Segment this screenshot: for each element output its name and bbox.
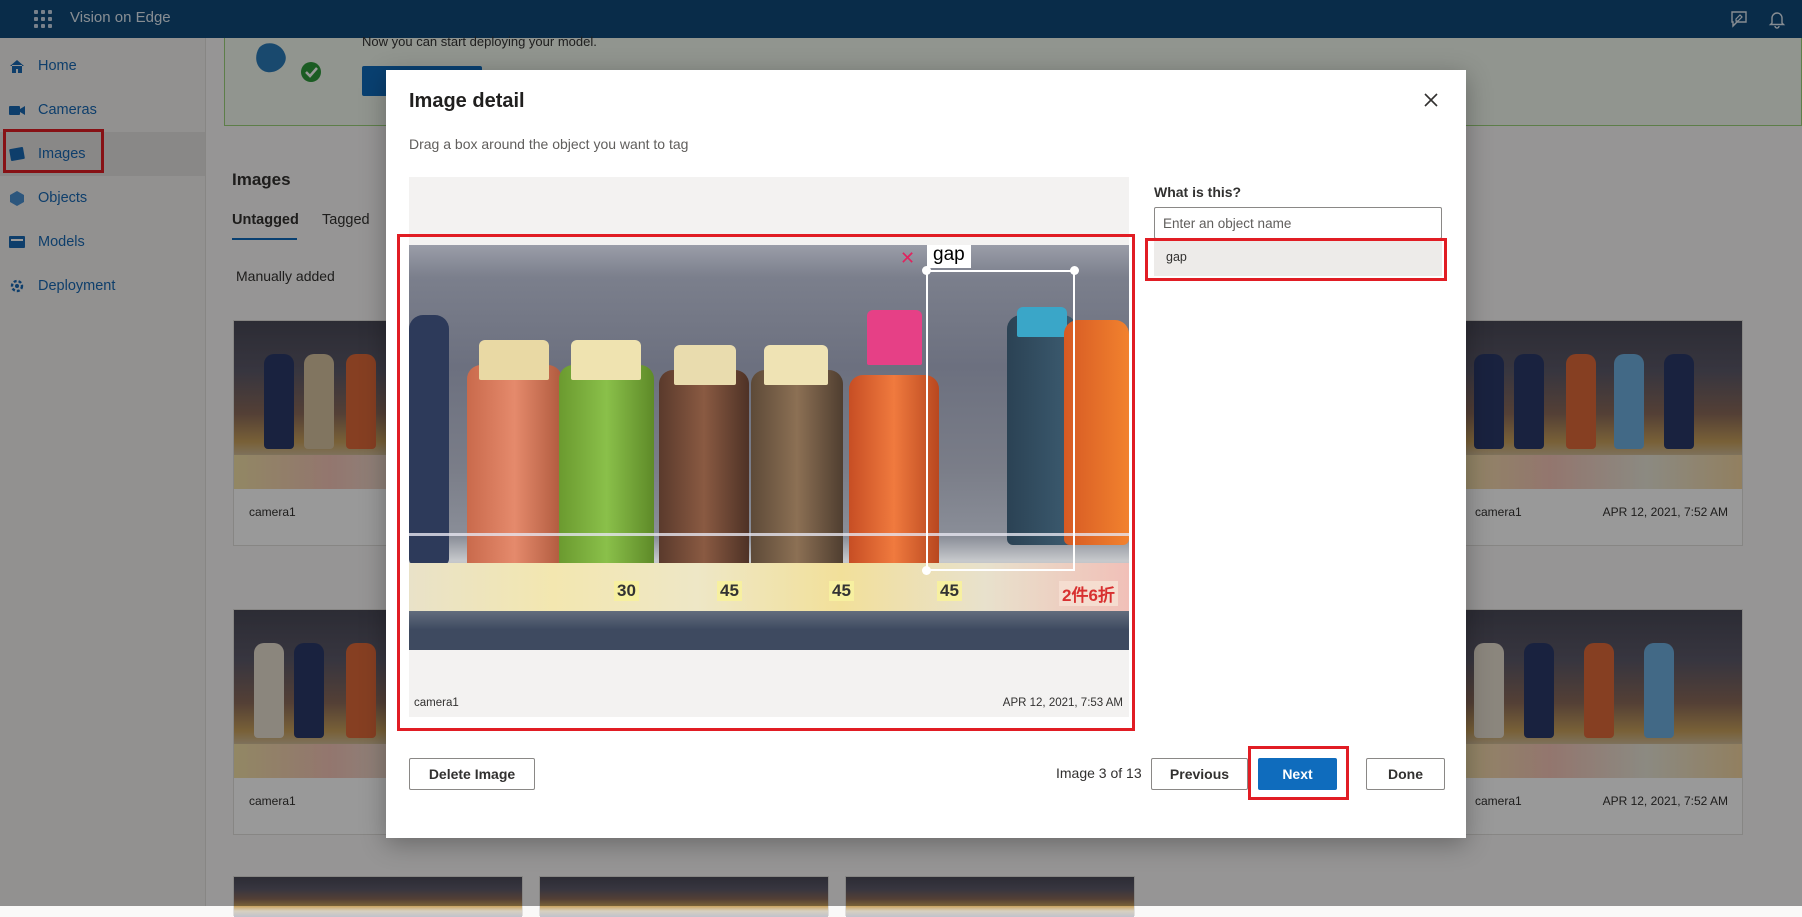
remove-box-icon[interactable]: ✕ (900, 248, 915, 269)
object-question: What is this? (1154, 184, 1242, 200)
price-tag: 30 (614, 581, 639, 601)
close-icon[interactable] (1421, 90, 1441, 110)
image-pager: Image 3 of 13 (1056, 765, 1142, 781)
image-camera: camera1 (414, 697, 459, 709)
price-tag: 45 (829, 581, 854, 601)
done-button[interactable]: Done (1366, 758, 1445, 790)
dialog-title: Image detail (409, 90, 525, 112)
bbox-handle[interactable] (1070, 266, 1079, 275)
previous-button[interactable]: Previous (1151, 758, 1248, 790)
price-tag: 45 (937, 581, 962, 601)
tagging-image[interactable]: 30 45 45 45 2件6折 gap ✕ (409, 245, 1129, 650)
dialog-subtitle: Drag a box around the object you want to… (409, 136, 689, 152)
price-tag: 45 (717, 581, 742, 601)
image-detail-dialog: Image detail Drag a box around the objec… (386, 70, 1466, 838)
bbox-handle[interactable] (922, 566, 931, 575)
next-button[interactable]: Next (1258, 758, 1337, 790)
image-panel: 30 45 45 45 2件6折 gap ✕ camera1 APR 12, 2… (409, 177, 1129, 717)
suggestion-item[interactable]: gap (1154, 238, 1442, 276)
image-time: APR 12, 2021, 7:53 AM (1002, 697, 1123, 709)
bounding-box[interactable] (922, 266, 1079, 575)
delete-image-button[interactable]: Delete Image (409, 758, 535, 790)
price-tag: 2件6折 (1059, 581, 1118, 606)
bbox-label: gap (927, 245, 971, 268)
object-name-input[interactable] (1154, 207, 1442, 239)
